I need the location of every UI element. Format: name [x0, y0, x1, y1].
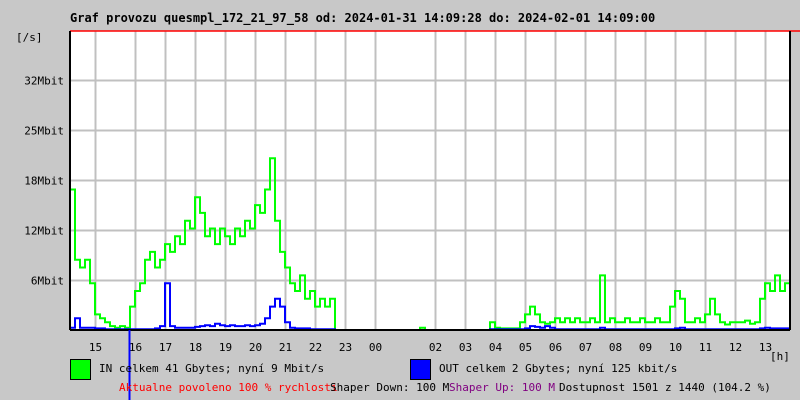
shaper-down-status: Shaper Down: 100 M	[330, 381, 450, 394]
x-tick-label: 18	[189, 341, 202, 354]
traffic-graph: Graf provozu quesmpl_172_21_97_58 od: 20…	[0, 0, 800, 400]
x-tick-label: 11	[699, 341, 712, 354]
y-axis-unit: [/s]	[16, 31, 43, 44]
x-tick-label: 21	[279, 341, 292, 354]
legend-out-label: OUT celkem 2 Gbytes; nyní 125 kbit/s	[439, 362, 678, 375]
x-tick-label: 09	[639, 341, 652, 354]
x-tick-label: 00	[369, 341, 382, 354]
x-tick-label: 02	[429, 341, 442, 354]
legend-in-label: IN celkem 41 Gbytes; nyní 9 Mbit/s	[99, 362, 325, 375]
x-tick-label: 23	[339, 341, 352, 354]
x-tick-label: 05	[519, 341, 532, 354]
x-tick-label: 06	[549, 341, 562, 354]
availability-status: Dostupnost 1501 z 1440 (104.2 %)	[559, 381, 771, 394]
x-tick-label: 20	[249, 341, 262, 354]
y-tick-label: 12Mbit	[24, 225, 64, 238]
x-tick-label: 07	[579, 341, 592, 354]
y-tick-label: 32Mbit	[24, 75, 64, 88]
x-tick-label: 17	[159, 341, 172, 354]
x-tick-label: 22	[309, 341, 322, 354]
x-tick-label: 12	[729, 341, 742, 354]
x-tick-label: 19	[219, 341, 232, 354]
y-tick-label: 18Mbit	[24, 175, 64, 188]
y-tick-label: 25Mbit	[24, 125, 64, 138]
x-tick-label: 10	[669, 341, 682, 354]
allowed-speed-status: Aktualne povoleno 100 % rychlosti	[119, 381, 338, 394]
shaper-up-status: Shaper Up: 100 M	[449, 381, 555, 394]
legend-in-swatch	[70, 359, 91, 380]
x-tick-label: 16	[129, 341, 142, 354]
x-tick-label: 03	[459, 341, 472, 354]
chart-canvas: 15 16 17 18 19 20 21 22 23 00 02 03 04 05 06 07 08 09 10 11…	[16, 30, 800, 400]
x-tick-label: 04	[489, 341, 503, 354]
x-tick-label: 15	[89, 341, 102, 354]
y-tick-label: 6Mbit	[31, 275, 64, 288]
x-tick-label: 08	[609, 341, 622, 354]
x-axis-unit: [h]	[770, 350, 790, 363]
legend-out-swatch	[410, 359, 431, 380]
